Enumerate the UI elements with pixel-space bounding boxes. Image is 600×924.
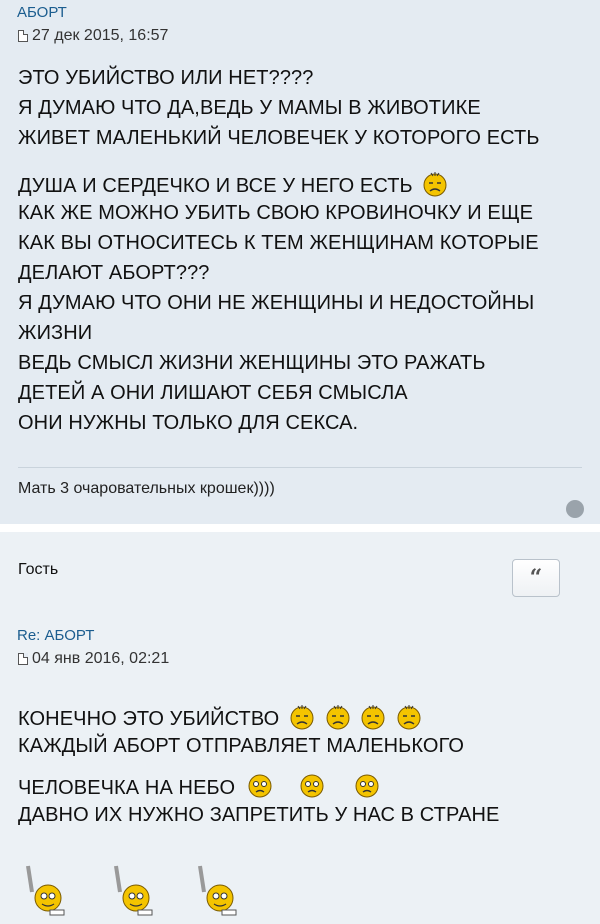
post-line: ЖИВЕТ МАЛЕНЬКИЙ ЧЕЛОВЕЧЕК У КОТОРОГО ЕСТ…: [18, 127, 540, 149]
post-line: КОНЕЧНО ЭТО УБИЙСТВО: [18, 704, 422, 731]
quote-button[interactable]: “: [512, 559, 560, 597]
post-line: КАК ВЫ ОТНОСИТЕСЬ К ТЕМ ЖЕНЩИНАМ КОТОРЫЕ: [18, 232, 539, 254]
sad-smiley-icon: [361, 705, 385, 730]
post-line: ЭТО УБИЙСТВО ИЛИ НЕТ????: [18, 67, 314, 89]
waving-smiley-icon: [198, 865, 237, 916]
sad-smiley-icon: [423, 172, 447, 197]
post-title[interactable]: АБОРТ: [17, 4, 67, 21]
post-line: Я ДУМАЮ ЧТО ОНИ НЕ ЖЕНЩИНЫ И НЕДОСТОЙНЫ: [18, 292, 535, 314]
sad-smiley-icon: [397, 705, 421, 730]
post-date-text: 04 янв 2016, 02:21: [32, 650, 170, 667]
post-author[interactable]: Гость: [18, 561, 58, 579]
post-1: АБОРТ 27 дек 2015, 16:57 ЭТО УБИЙСТВО ИЛ…: [0, 0, 600, 524]
post-line: ДАВНО ИХ НУЖНО ЗАПРЕТИТЬ У НАС В СТРАНЕ: [18, 804, 500, 826]
post-line-text: ЧЕЛОВЕЧКА НА НЕБО: [18, 777, 236, 799]
post-line: Я ДУМАЮ ЧТО ДА,ВЕДЬ У МАМЫ В ЖИВОТИКЕ: [18, 97, 481, 119]
post-date-text: 27 дек 2015, 16:57: [32, 27, 169, 44]
signature-divider: [18, 467, 582, 468]
back-to-top-button[interactable]: [566, 500, 584, 518]
post-line: ЖИЗНИ: [18, 322, 93, 344]
post-date: 04 янв 2016, 02:21: [18, 650, 169, 668]
crying-smiley-icon: [300, 774, 324, 798]
post-date: 27 дек 2015, 16:57: [18, 27, 168, 45]
crying-smiley-icon: [355, 774, 379, 798]
post-line: ДУША И СЕРДЕЧКО И ВСЕ У НЕГО ЕСТЬ: [18, 171, 448, 198]
post-line: КАЖДЫЙ АБОРТ ОТПРАВЛЯЕТ МАЛЕНЬКОГО: [18, 735, 465, 757]
post-title[interactable]: Re: АБОРТ: [17, 627, 94, 644]
post-line: ДЕЛАЮТ АБОРТ???: [18, 262, 210, 284]
post-line-text: КОНЕЧНО ЭТО УБИЙСТВО: [18, 708, 280, 730]
crying-smiley-icon: [248, 774, 272, 798]
post-line-text: ДУША И СЕРДЕЧКО И ВСЕ У НЕГО ЕСТЬ: [18, 175, 413, 197]
signature: Мать 3 очаровательных крошек)))): [18, 480, 275, 497]
post-separator: [0, 524, 600, 532]
post-icon[interactable]: [18, 653, 28, 665]
post-icon[interactable]: [18, 30, 28, 42]
waving-smiley-icon: [26, 865, 65, 916]
sad-smiley-icon: [290, 705, 314, 730]
post-line: ДЕТЕЙ А ОНИ ЛИШАЮТ СЕБЯ СМЫСЛА: [18, 382, 408, 404]
post-line: КАК ЖЕ МОЖНО УБИТЬ СВОЮ КРОВИНОЧКУ И ЕЩЕ: [18, 202, 534, 224]
post-line: ЧЕЛОВЕЧКА НА НЕБО: [18, 773, 380, 800]
post-line: ОНИ НУЖНЫ ТОЛЬКО ДЛЯ СЕКСА.: [18, 412, 359, 434]
post-line: ВЕДЬ СМЫСЛ ЖИЗНИ ЖЕНЩИНЫ ЭТО РАЖАТЬ: [18, 352, 486, 374]
waving-smiley-icon: [114, 865, 153, 916]
sad-smiley-icon: [326, 705, 350, 730]
